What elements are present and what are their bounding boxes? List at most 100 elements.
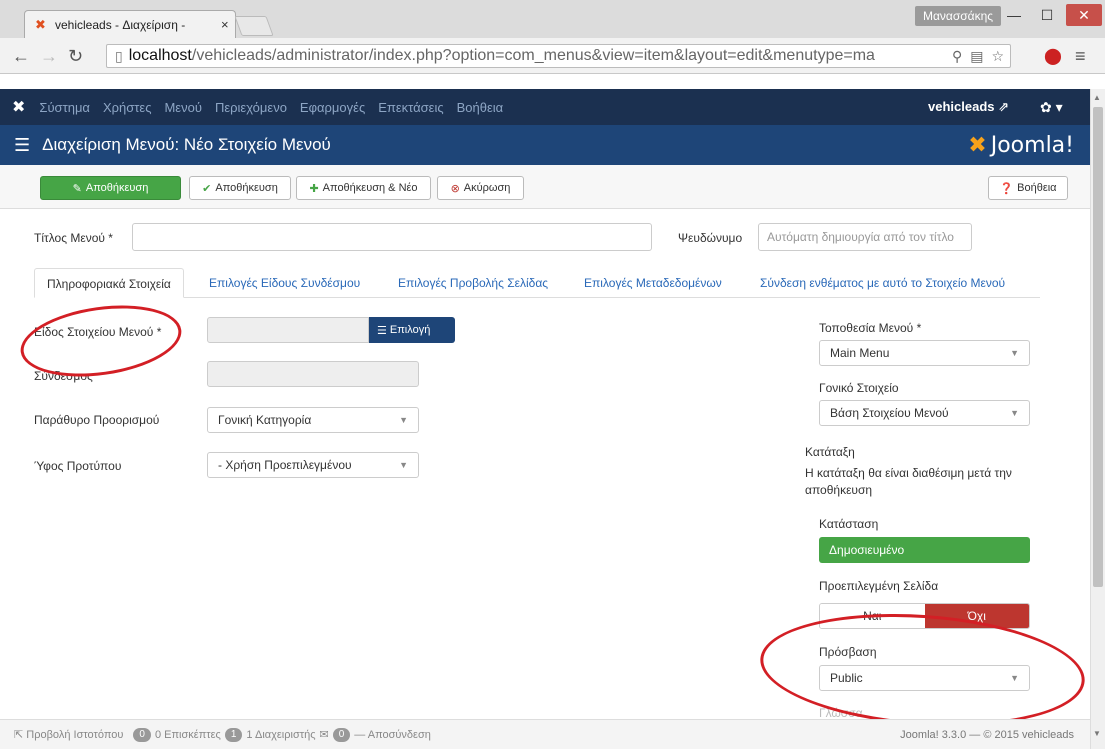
list-icon: ☰ [14, 134, 31, 155]
cancel-icon: ⊗ [450, 182, 460, 195]
help-button[interactable]: ❓ Βοήθεια [988, 176, 1068, 200]
link-label: Σύνδεσμος [34, 369, 93, 383]
messages-badge: 0 [332, 727, 351, 742]
save-new-label: Αποθήκευση & Νέο [322, 182, 418, 194]
default-no-option[interactable]: Όχι [924, 604, 1029, 628]
target-window-label: Παράθυρο Προορισμού [34, 413, 160, 427]
access-select[interactable]: Public ▼ [819, 665, 1030, 691]
url-path: /vehicleads/administrator/index.php?opti… [191, 47, 875, 64]
view-site-label: Προβολή Ιστοτόπου [26, 729, 124, 741]
nav-menus[interactable]: Μενού [164, 100, 201, 115]
browser-tab[interactable]: ✖ vehicleads - Διαχείριση - × [24, 10, 236, 38]
template-style-label: Ύφος Προτύπου [34, 459, 122, 473]
parent-item-value: Βάση Στοιχείου Μενού [830, 406, 949, 420]
target-window-select[interactable]: Γονική Κατηγορία ▼ [207, 407, 419, 433]
ordering-text: Η κατάταξη θα είναι διαθέσιμη μετά την α… [805, 466, 1012, 497]
access-value: Public [830, 671, 863, 685]
alias-input[interactable]: Αυτόματη δημιουργία από τον τίτλο [758, 223, 972, 251]
caret-down-icon: ▼ [1010, 408, 1019, 418]
access-label: Πρόσβαση [819, 645, 877, 659]
url-input[interactable]: ▯ localhost/vehicleads/administrator/ind… [106, 44, 1011, 68]
joomla-mark-icon: ✖ [968, 132, 987, 158]
new-tab-button[interactable] [234, 16, 274, 36]
close-window-icon[interactable]: ✕ [1066, 4, 1102, 26]
site-link[interactable]: vehicleads ⇗ [928, 99, 1009, 115]
forward-icon[interactable]: → [40, 46, 58, 67]
extension-icon[interactable]: ⬤ [1044, 46, 1062, 66]
save-close-label: Αποθήκευση [215, 182, 278, 194]
url-host: localhost [128, 47, 192, 64]
check-icon: ✔ [202, 182, 212, 195]
translate-icon[interactable]: ▤ [970, 48, 983, 65]
bookmark-star-icon[interactable]: ☆ [991, 48, 1004, 65]
parent-item-select[interactable]: Βάση Στοιχείου Μενού ▼ [819, 400, 1030, 426]
tab-page-display[interactable]: Επιλογές Προβολής Σελίδας [386, 268, 560, 298]
menu-item-type-label: Είδος Στοιχείου Μενού * [34, 325, 162, 339]
caret-down-icon: ▼ [1010, 673, 1019, 683]
ordering-label: Κατάταξη [805, 445, 855, 459]
site-link-label: vehicleads [928, 99, 995, 114]
tab-close-icon[interactable]: × [221, 17, 229, 32]
title-label: Τίτλος Μενού * [34, 231, 113, 245]
logout-link[interactable]: — Αποσύνδεση [354, 729, 431, 741]
select-type-button[interactable]: ☰ Επιλογή [369, 317, 455, 343]
joomla-logo-icon[interactable]: ✖ [12, 97, 25, 117]
save-new-button[interactable]: ✚ Αποθήκευση & Νέο [296, 176, 431, 200]
title-input[interactable] [132, 223, 652, 251]
page-title: Διαχείριση Μενού: Νέο Στοιχείο Μενού [42, 135, 331, 154]
save-button[interactable]: ✎ Αποθήκευση [40, 176, 181, 200]
cancel-button[interactable]: ⊗ Ακύρωση [437, 176, 524, 200]
nav-content[interactable]: Περιεχόμενο [215, 100, 287, 115]
tab-metadata[interactable]: Επιλογές Μεταδεδομένων [572, 268, 734, 298]
plus-icon: ✚ [309, 182, 319, 195]
admin-status-bar: ⇱ Προβολή Ιστοτόπου 0 0 Επισκέπτες 1 1 Δ… [0, 719, 1090, 749]
back-icon[interactable]: ← [12, 46, 30, 67]
mail-icon: ✉ [319, 729, 329, 741]
menu-location-select[interactable]: Main Menu ▼ [819, 340, 1030, 366]
nav-help[interactable]: Βοήθεια [457, 100, 504, 115]
nav-extensions[interactable]: Επεκτάσεις [378, 100, 443, 115]
template-style-value: - Χρήση Προεπιλεγμένου [218, 458, 352, 472]
edit-icon: ✎ [72, 182, 82, 195]
default-yes-option[interactable]: Ναι [820, 604, 925, 628]
edit-form: Τίτλος Μενού * Ψευδώνυμο Αυτόματη δημιου… [0, 209, 1090, 737]
browser-user-chip[interactable]: Μανασσάκης [915, 6, 1002, 26]
page-scrollbar[interactable]: ▲ ▼ [1090, 89, 1105, 749]
gear-icon[interactable]: ✿ ▾ [1040, 99, 1063, 116]
version-text: Joomla! 3.3.0 — © 2015 vehicleads [900, 728, 1074, 741]
minimize-icon[interactable]: — [1000, 4, 1028, 26]
menu-location-value: Main Menu [830, 346, 890, 360]
browser-menu-icon[interactable]: ≡ [1075, 46, 1086, 67]
nav-users[interactable]: Χρήστες [103, 100, 152, 115]
template-style-select[interactable]: - Χρήση Προεπιλεγμένου ▼ [207, 452, 419, 478]
tab-link-type[interactable]: Επιλογές Είδους Συνδέσμου [197, 268, 372, 298]
list-icon: ☰ [377, 324, 387, 337]
scroll-down-icon[interactable]: ▼ [1093, 729, 1101, 738]
nav-components[interactable]: Εφαρμογές [300, 100, 365, 115]
scroll-up-icon[interactable]: ▲ [1093, 93, 1101, 102]
question-icon: ❓ [999, 182, 1014, 195]
scroll-thumb[interactable] [1093, 107, 1103, 587]
target-window-value: Γονική Κατηγορία [218, 413, 312, 427]
link-input[interactable] [207, 361, 419, 387]
caret-down-icon: ▼ [1010, 348, 1019, 358]
reload-icon[interactable]: ↻ [68, 46, 83, 67]
admin-top-nav: ✖ Σύστημα Χρήστες Μενού Περιεχόμενο Εφαρ… [0, 89, 1090, 125]
tab-module-assignment[interactable]: Σύνδεση ενθέματος με αυτό το Στοιχείο Με… [748, 268, 1017, 298]
tab-details[interactable]: Πληροφοριακά Στοιχεία [34, 268, 184, 298]
nav-system[interactable]: Σύστημα [39, 100, 90, 115]
external-link-icon: ⇱ [14, 729, 24, 741]
view-site-link[interactable]: ⇱ Προβολή Ιστοτόπου [14, 728, 123, 741]
joomla-favicon-icon: ✖ [35, 16, 46, 32]
page-icon: ▯ [115, 47, 123, 64]
status-select[interactable]: Δημοσιευμένο [819, 537, 1030, 563]
default-page-toggle[interactable]: Ναι Όχι [819, 603, 1030, 629]
save-close-button[interactable]: ✔ Αποθήκευση [189, 176, 291, 200]
cancel-label: Ακύρωση [463, 182, 511, 194]
admins-badge: 1 [224, 727, 243, 742]
zoom-icon[interactable]: ⚲ [952, 48, 962, 65]
maximize-icon[interactable]: ☐ [1033, 4, 1061, 26]
language-label: Γλώσσα [819, 706, 863, 720]
joomla-brand: ✖ Joomla! [968, 133, 1074, 158]
menu-item-type-input[interactable] [207, 317, 369, 343]
